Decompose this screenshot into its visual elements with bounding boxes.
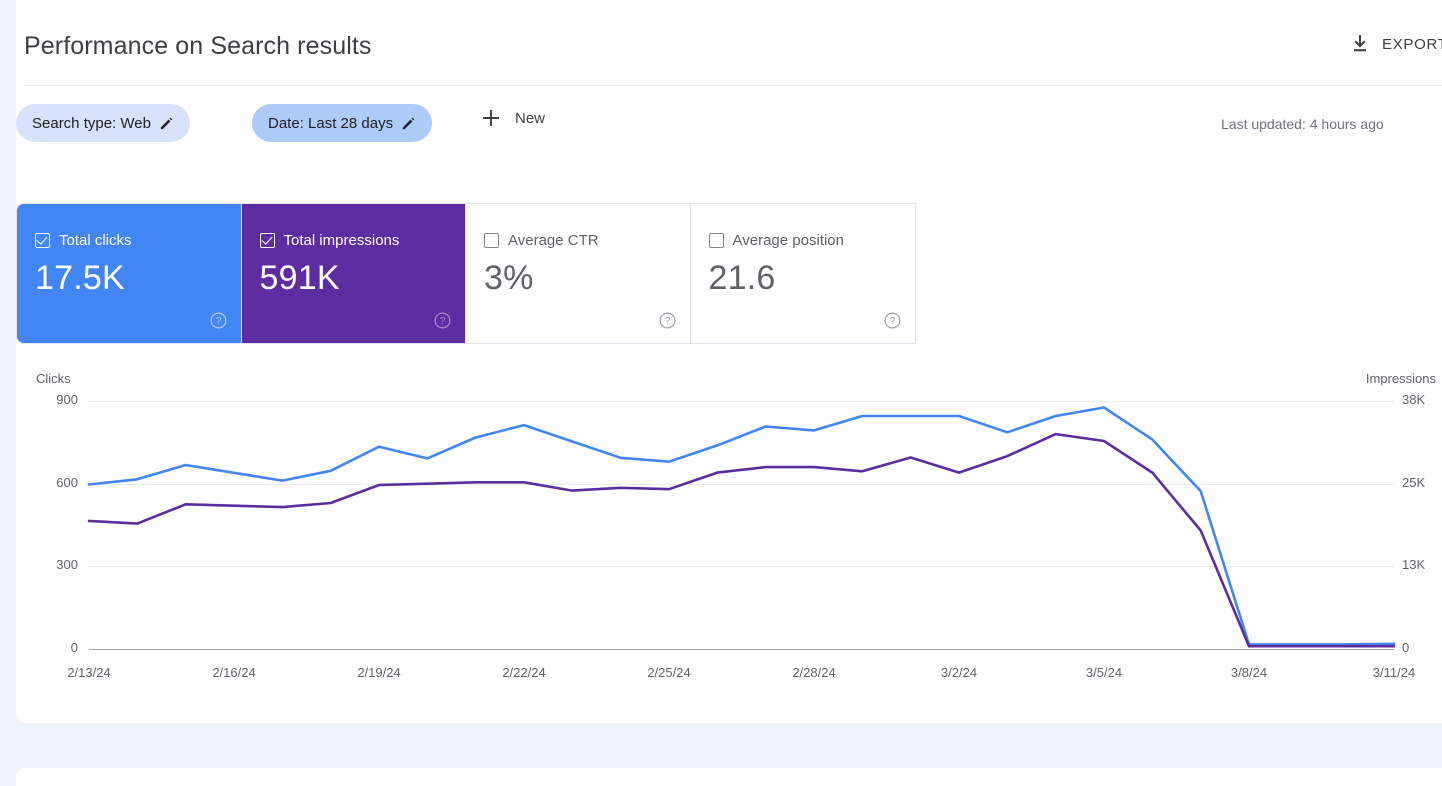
metric-card-total-impressions-value: 591K (259, 259, 340, 297)
metric-card-total-clicks-head: Total clicks (35, 232, 223, 249)
chart-plot-lines (87, 406, 1396, 648)
metric-card-total-clicks-label: Total clicks (59, 232, 132, 249)
metric-card-average-ctr-head: Average CTR (484, 232, 672, 249)
svg-text:?: ? (215, 316, 221, 327)
filter-chip-search-type-label: Search type: Web (32, 114, 151, 132)
last-updated-text: Last updated: 4 hours ago (1221, 116, 1384, 132)
checkbox-unchecked-icon[interactable] (708, 233, 724, 248)
metric-cards: Total clicks 17.5K ? Total impressions 5… (16, 203, 916, 344)
header-divider (24, 85, 1442, 86)
filter-chip-date[interactable]: Date: Last 28 days (252, 104, 433, 142)
chart-series-line (87, 432, 1396, 648)
metric-card-total-impressions-label: Total impressions (283, 232, 400, 249)
metric-card-average-ctr-label: Average CTR (508, 232, 599, 249)
performance-page: Performance on Search results EXPORT Sea… (0, 0, 1442, 786)
checkbox-checked-icon[interactable] (35, 233, 50, 248)
next-section-card (16, 768, 1442, 786)
metric-card-average-position[interactable]: Average position 21.6 ? (690, 204, 915, 343)
card-header: Performance on Search results EXPORT (16, 0, 1442, 82)
checkbox-unchecked-icon[interactable] (484, 233, 499, 248)
help-icon[interactable]: ? (884, 312, 901, 329)
pencil-icon (401, 116, 416, 131)
metric-card-total-impressions[interactable]: Total impressions 591K ? (241, 204, 466, 343)
plus-icon (481, 108, 501, 128)
help-icon[interactable]: ? (658, 312, 676, 329)
metric-card-average-ctr[interactable]: Average CTR 3% ? (466, 204, 691, 343)
metric-card-average-position-label: Average position (732, 232, 844, 249)
performance-card: Performance on Search results EXPORT Sea… (16, 0, 1442, 723)
pencil-icon (159, 116, 174, 131)
svg-text:?: ? (664, 316, 670, 327)
export-label: EXPORT (1382, 35, 1442, 53)
help-icon[interactable]: ? (209, 312, 227, 329)
add-new-filter-button[interactable]: New (481, 108, 545, 128)
checkbox-checked-icon[interactable] (259, 233, 275, 248)
metric-card-total-clicks[interactable]: Total clicks 17.5K ? (17, 204, 242, 343)
metric-card-total-clicks-value: 17.5K (35, 259, 125, 297)
filter-bar: Search type: Web Date: Last 28 days New … (16, 95, 1442, 155)
performance-chart: Clicks Impressions 0 0 300 13K 600 25K 900 38K … (16, 360, 1442, 690)
export-button[interactable]: EXPORT (1350, 34, 1442, 54)
metric-card-average-position-head: Average position (708, 232, 898, 249)
metric-card-total-impressions-head: Total impressions (259, 232, 448, 249)
add-new-filter-label: New (515, 109, 546, 127)
page-left-gutter (0, 0, 16, 786)
filter-chip-date-label: Date: Last 28 days (268, 114, 394, 132)
svg-text:?: ? (440, 316, 446, 327)
page-title: Performance on Search results (24, 32, 372, 60)
download-icon (1350, 34, 1370, 54)
svg-text:?: ? (890, 316, 896, 327)
metric-card-average-position-value: 21.6 (708, 259, 776, 297)
help-icon[interactable]: ? (434, 312, 451, 329)
filter-chip-search-type[interactable]: Search type: Web (16, 104, 190, 142)
metric-card-average-ctr-value: 3% (484, 259, 534, 297)
